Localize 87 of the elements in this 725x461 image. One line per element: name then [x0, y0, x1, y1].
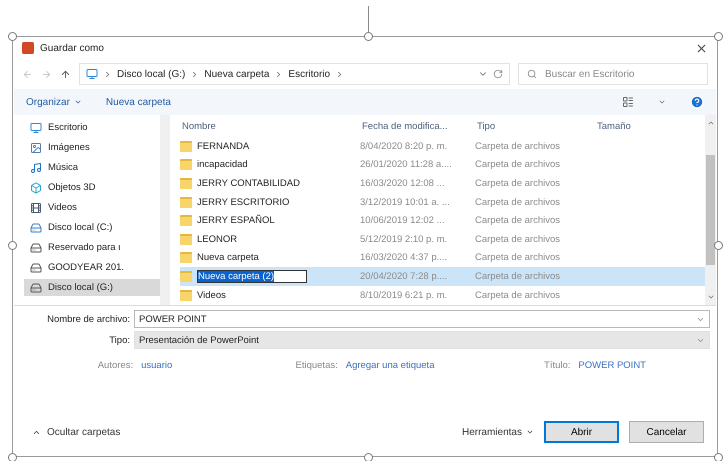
caret-icon[interactable] — [658, 98, 666, 106]
film-icon — [30, 202, 42, 214]
scrollbar[interactable] — [705, 115, 716, 305]
window-title: Guardar como — [40, 42, 105, 54]
image-icon — [30, 142, 42, 154]
resize-handle[interactable] — [364, 32, 373, 41]
scrollbar[interactable] — [160, 115, 170, 305]
sidebar-item[interactable]: Reservado para ι — [24, 239, 160, 256]
file-row[interactable]: Videos 8/10/2019 6:21 p. m. Carpeta de archivos — [180, 286, 705, 304]
app-icon — [22, 42, 34, 54]
cube-icon — [30, 182, 42, 194]
refresh-icon[interactable] — [493, 69, 503, 79]
resize-handle[interactable] — [714, 32, 723, 41]
sidebar-item[interactable]: Videos — [24, 199, 160, 216]
hide-folders-button[interactable]: Ocultar carpetas — [26, 426, 126, 438]
rename-field[interactable]: Nueva carpeta (2) — [197, 270, 307, 283]
metadata-label: Autores: — [98, 360, 134, 371]
file-row[interactable]: JERRY CONTABILIDAD 16/03/2020 12:08 ... Carpeta de archivos — [180, 174, 705, 193]
folder-icon — [180, 290, 192, 301]
drive-icon — [30, 242, 42, 254]
column-header[interactable]: Tipo — [475, 120, 595, 132]
folder-icon — [180, 140, 192, 152]
field-label: Nombre de archivo: — [46, 314, 130, 324]
desktop-icon — [86, 68, 98, 80]
folder-icon — [180, 234, 192, 245]
caret-icon — [526, 428, 534, 436]
file-row[interactable]: JERRY ESPAÑOL 10/06/2019 12:02 ... Carpeta de archivos — [180, 211, 705, 230]
sidebar-item[interactable]: Disco local (C:) — [24, 219, 160, 236]
resize-handle[interactable] — [8, 241, 17, 250]
file-row[interactable]: Nueva carpeta (2) 20/04/2020 7:28 p.... Carpeta de archivos — [180, 267, 705, 286]
file-row[interactable]: LEONOR 5/12/2019 2:10 p. m. Carpeta de archivos — [180, 230, 705, 249]
search-field[interactable]: Buscar en Escritorio — [518, 63, 708, 85]
address-bar[interactable]: Disco local (G:) Nueva carpeta Escritorio — [79, 63, 510, 85]
rotation-stem — [368, 6, 369, 32]
sidebar-item[interactable]: Imágenes — [24, 139, 160, 156]
sidebar-item[interactable]: Disco local (G:) — [24, 279, 160, 296]
metadata-link[interactable]: Agregar una etiqueta — [346, 360, 434, 371]
file-row[interactable]: JERRY ESCRITORIO 3/12/2019 10:01 a. ... Carpeta de archivos — [180, 192, 705, 212]
resize-handle[interactable] — [714, 241, 723, 250]
folder-icon — [180, 159, 192, 170]
caret-icon — [74, 98, 82, 106]
breadcrumb[interactable]: Nueva carpeta — [204, 68, 270, 80]
metadata-link[interactable]: usuario — [141, 360, 172, 371]
filetype-dropdown[interactable]: Presentación de PowerPoint — [134, 331, 710, 349]
column-header[interactable]: Fecha de modifica... — [360, 120, 475, 132]
breadcrumb[interactable]: Escritorio — [288, 68, 330, 80]
chevron-icon — [103, 70, 112, 78]
drive-icon — [30, 262, 42, 274]
scroll-up-icon[interactable] — [706, 119, 714, 127]
dialog-button[interactable]: Cancelar — [629, 421, 704, 443]
desktop-icon — [30, 122, 42, 134]
tools-menu[interactable]: Herramientas — [462, 426, 534, 438]
sidebar-item[interactable]: GOODYEAR 201. — [24, 259, 160, 276]
music-note-icon — [30, 162, 42, 174]
search-icon — [527, 69, 537, 79]
breadcrumb[interactable]: Disco local (G:) — [117, 68, 186, 80]
sidebar-item[interactable]: Objetos 3D — [24, 179, 160, 196]
field-label: Tipo: — [108, 334, 130, 346]
close-icon[interactable] — [695, 42, 708, 54]
folder-icon — [180, 270, 192, 282]
filename-field[interactable]: POWER POINT — [134, 310, 710, 328]
view-icon[interactable] — [622, 96, 634, 108]
resize-handle[interactable] — [714, 453, 723, 461]
folder-icon — [180, 215, 192, 226]
sidebar-item[interactable]: Escritorio — [24, 119, 160, 136]
scroll-down-icon[interactable] — [706, 293, 714, 301]
up-arrow-icon[interactable] — [60, 68, 71, 80]
new-folder-button[interactable]: Nueva carpeta — [106, 96, 171, 108]
file-row[interactable]: incapacidad 26/01/2020 11:28 a.... Carpeta de archivos — [180, 156, 705, 174]
resize-handle[interactable] — [8, 32, 17, 41]
folder-icon — [180, 196, 192, 208]
help-icon[interactable] — [690, 95, 704, 109]
dialog-button[interactable]: Abrir — [544, 421, 619, 443]
sidebar-item[interactable]: Música — [24, 159, 160, 176]
column-header[interactable]: Tamaño — [595, 120, 705, 132]
organize-menu[interactable]: Organizar — [26, 96, 82, 108]
file-row[interactable]: FERNANDA 8/04/2020 8:20 p. m. Carpeta de archivos — [180, 137, 705, 156]
folder-icon — [180, 178, 192, 189]
metadata-link[interactable]: POWER POINT — [578, 360, 646, 371]
drive-icon — [30, 282, 42, 294]
column-header[interactable]: Nombre — [180, 120, 360, 132]
drive-icon — [30, 222, 42, 234]
metadata-label: Título: — [544, 360, 570, 371]
resize-handle[interactable] — [8, 453, 17, 461]
folder-icon — [180, 252, 192, 264]
file-row[interactable]: Nueva carpeta 16/03/2020 4:37 p.... Carpeta de archivos — [180, 248, 705, 268]
metadata-label: Etiquetas: — [296, 360, 338, 371]
